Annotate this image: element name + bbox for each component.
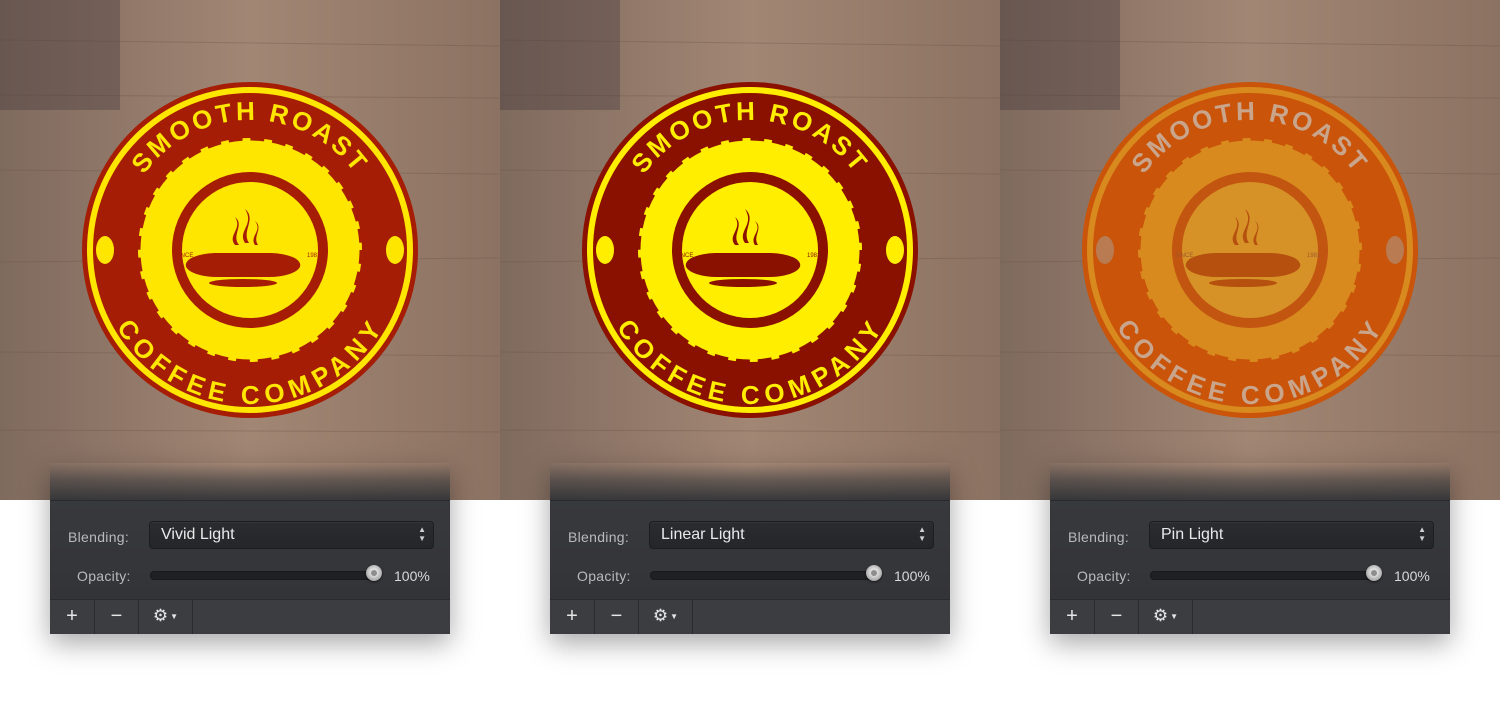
opacity-value: 100% [894, 568, 930, 584]
coffee-bean-icon [1096, 236, 1114, 264]
blending-value: Linear Light [661, 526, 745, 543]
gear-menu-button[interactable]: ⚙ ▼ [1139, 600, 1193, 634]
panel-body: Blending: Linear Light ▲ ▼ Opacity: 100% [550, 500, 950, 600]
panel-fade [550, 463, 950, 501]
opacity-label: Opacity: [577, 568, 631, 584]
since-label: SINCE [1175, 253, 1193, 259]
panel-toolbar: + − ⚙ ▼ [550, 599, 950, 634]
gear-menu-button[interactable]: ⚙ ▼ [139, 600, 193, 634]
updown-arrows-icon: ▲ ▼ [918, 525, 926, 543]
opacity-slider-track[interactable] [150, 571, 374, 580]
add-button[interactable]: + [550, 600, 595, 634]
coffee-bean-icon [96, 236, 114, 264]
opacity-label: Opacity: [77, 568, 131, 584]
opacity-slider-track[interactable] [1150, 571, 1374, 580]
plus-icon: + [66, 605, 78, 627]
year-label: 1981 [307, 253, 321, 259]
updown-arrows-icon: ▲ ▼ [1418, 525, 1426, 543]
minus-icon: − [1110, 605, 1123, 627]
panel-toolbar: + − ⚙ ▼ [1050, 599, 1450, 634]
year-label: 1981 [807, 253, 821, 259]
blending-select[interactable]: Linear Light ▲ ▼ [649, 521, 934, 549]
plus-icon: + [566, 605, 578, 627]
layer-blending-panel: Blending: Linear Light ▲ ▼ Opacity: 100% … [550, 463, 950, 634]
blending-select[interactable]: Vivid Light ▲ ▼ [149, 521, 434, 549]
opacity-slider-track[interactable] [650, 571, 874, 580]
add-button[interactable]: + [50, 600, 95, 634]
panel-body: Blending: Vivid Light ▲ ▼ Opacity: 100% [50, 500, 450, 600]
panel-body: Blending: Pin Light ▲ ▼ Opacity: 100% [1050, 500, 1450, 600]
preview-vivid-light: SINCE 1981 SMOOTH ROAST COFFEE COMPANY [0, 0, 500, 500]
gear-icon: ⚙ [1152, 606, 1169, 625]
panel-toolbar: + − ⚙ ▼ [50, 599, 450, 634]
opacity-label: Opacity: [1077, 568, 1131, 584]
coffee-bean-icon [596, 236, 614, 264]
year-label: 1981 [1307, 253, 1321, 259]
chevron-down-icon: ▼ [170, 611, 179, 621]
preview-pin-light: SINCE 1981 SMOOTH ROAST COFFEE COMPANY [1000, 0, 1500, 500]
chevron-down-icon: ▼ [670, 611, 679, 621]
panel-fade [1050, 463, 1450, 501]
panel-fade [50, 463, 450, 501]
remove-button[interactable]: − [595, 600, 639, 634]
blending-label: Blending: [1068, 529, 1130, 545]
opacity-slider-knob[interactable] [866, 565, 882, 581]
remove-button[interactable]: − [1095, 600, 1139, 634]
gear-menu-button[interactable]: ⚙ ▼ [639, 600, 693, 634]
blending-value: Vivid Light [161, 526, 235, 543]
chevron-down-icon: ▼ [1170, 611, 1179, 621]
coffee-badge: SINCE 1981 SMOOTH ROAST COFFEE COMPANY [582, 82, 918, 418]
gear-icon: ⚙ [652, 606, 669, 625]
opacity-value: 100% [394, 568, 430, 584]
layer-blending-panel: Blending: Pin Light ▲ ▼ Opacity: 100% + −… [1050, 463, 1450, 634]
blending-label: Blending: [568, 529, 630, 545]
coffee-badge: SINCE 1981 SMOOTH ROAST COFFEE COMPANY [82, 82, 418, 418]
opacity-slider-knob[interactable] [366, 565, 382, 581]
minus-icon: − [110, 605, 123, 627]
opacity-value: 100% [1394, 568, 1430, 584]
minus-icon: − [610, 605, 623, 627]
layer-blending-panel: Blending: Vivid Light ▲ ▼ Opacity: 100% +… [50, 463, 450, 634]
remove-button[interactable]: − [95, 600, 139, 634]
since-label: SINCE [675, 253, 693, 259]
preview-linear-light: SINCE 1981 SMOOTH ROAST COFFEE COMPANY [500, 0, 1000, 500]
coffee-badge: SINCE 1981 SMOOTH ROAST COFFEE COMPANY [1082, 82, 1418, 418]
updown-arrows-icon: ▲ ▼ [418, 525, 426, 543]
blending-label: Blending: [68, 529, 130, 545]
gear-icon: ⚙ [152, 606, 169, 625]
since-label: SINCE [175, 253, 193, 259]
opacity-slider-knob[interactable] [1366, 565, 1382, 581]
add-button[interactable]: + [1050, 600, 1095, 634]
blending-select[interactable]: Pin Light ▲ ▼ [1149, 521, 1434, 549]
plus-icon: + [1066, 605, 1078, 627]
blending-value: Pin Light [1161, 526, 1224, 543]
